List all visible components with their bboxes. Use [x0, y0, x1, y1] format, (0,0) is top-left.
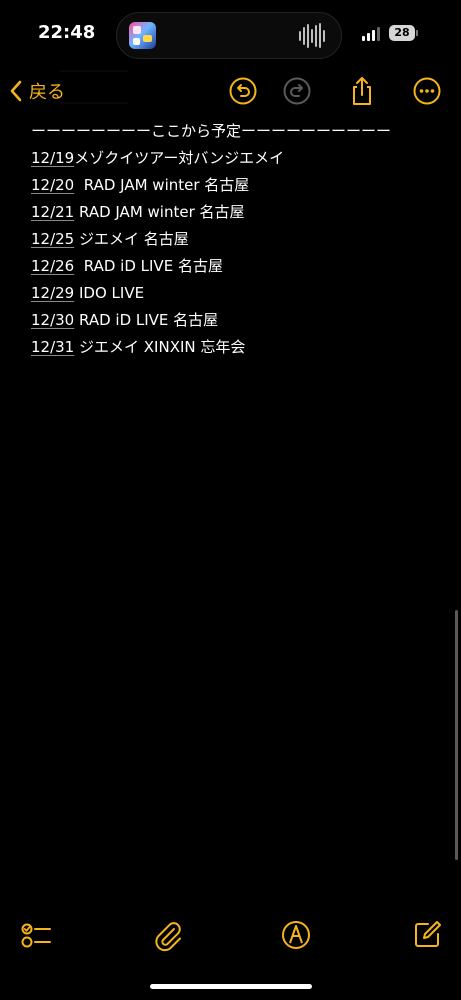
chevron-left-icon	[10, 80, 22, 102]
schedule-entry: 12/25 ジエメイ 名古屋	[31, 226, 441, 253]
entry-text: ジエメイ 名古屋	[74, 230, 189, 248]
notes-screen: 22:48 28 ──────── ──────── 戻る ーーーーーーーーここ…	[0, 0, 461, 1000]
entry-text: メゾクイツアー対バンジエメイ	[74, 149, 285, 167]
entry-date-link[interactable]: 12/31	[31, 334, 74, 361]
checklist-icon[interactable]	[19, 918, 53, 952]
back-button[interactable]: 戻る	[9, 76, 65, 106]
schedule-entry: 12/19 メゾクイツアー対バンジエメイ	[31, 145, 441, 172]
bottom-toolbar	[0, 912, 461, 958]
compose-icon[interactable]	[410, 918, 444, 952]
entry-date-link[interactable]: 12/26	[31, 253, 74, 280]
scroll-indicator[interactable]	[455, 610, 458, 860]
schedule-entry: 12/29 IDO LIVE	[31, 280, 441, 307]
schedule-entry: 12/30 RAD iD LIVE 名古屋	[31, 307, 441, 334]
markup-pen-icon[interactable]	[279, 918, 313, 952]
audio-waveform-icon	[299, 23, 327, 48]
battery-tip	[416, 30, 418, 36]
entry-date-link[interactable]: 12/25	[31, 226, 74, 253]
note-body[interactable]: ーーーーーーーーここから予定ーーーーーーーーーー 12/19 メゾクイツアー対バ…	[31, 118, 441, 361]
schedule-entry: 12/26 RAD iD LIVE 名古屋	[31, 253, 441, 280]
navigation-bar: 戻る	[0, 70, 461, 112]
entry-text: RAD iD LIVE 名古屋	[74, 311, 219, 329]
cellular-signal-icon	[362, 26, 382, 41]
entry-date-link[interactable]: 12/29	[31, 280, 74, 307]
share-icon[interactable]	[346, 75, 378, 107]
dynamic-island[interactable]	[116, 12, 342, 59]
battery-indicator: 28	[389, 25, 415, 41]
entry-text: RAD iD LIVE 名古屋	[74, 257, 223, 275]
entry-date-link[interactable]: 12/21	[31, 199, 74, 226]
home-indicator[interactable]	[150, 984, 312, 989]
schedule-entry: 12/31 ジエメイ XINXIN 忘年会	[31, 334, 441, 361]
status-bar: 22:48 28	[0, 0, 461, 70]
entry-text: RAD JAM winter 名古屋	[74, 176, 250, 194]
entry-date-link[interactable]: 12/19	[31, 145, 74, 172]
entry-date-link[interactable]: 12/20	[31, 172, 74, 199]
schedule-divider: ーーーーーーーーここから予定ーーーーーーーーーー	[31, 122, 392, 140]
undo-icon[interactable]	[227, 75, 259, 107]
entry-date-link[interactable]: 12/30	[31, 307, 74, 334]
redo-icon[interactable]	[281, 75, 313, 107]
ellipsis-circle-icon[interactable]	[411, 75, 443, 107]
app-icon	[129, 22, 156, 49]
paperclip-icon[interactable]	[150, 918, 184, 952]
entry-text: IDO LIVE	[74, 284, 145, 302]
back-label: 戻る	[29, 82, 65, 103]
schedule-entry: 12/20 RAD JAM winter 名古屋	[31, 172, 441, 199]
entry-text: RAD JAM winter 名古屋	[74, 203, 245, 221]
entry-text: ジエメイ XINXIN 忘年会	[74, 338, 246, 356]
schedule-entry: 12/21 RAD JAM winter 名古屋	[31, 199, 441, 226]
status-time: 22:48	[38, 22, 96, 43]
